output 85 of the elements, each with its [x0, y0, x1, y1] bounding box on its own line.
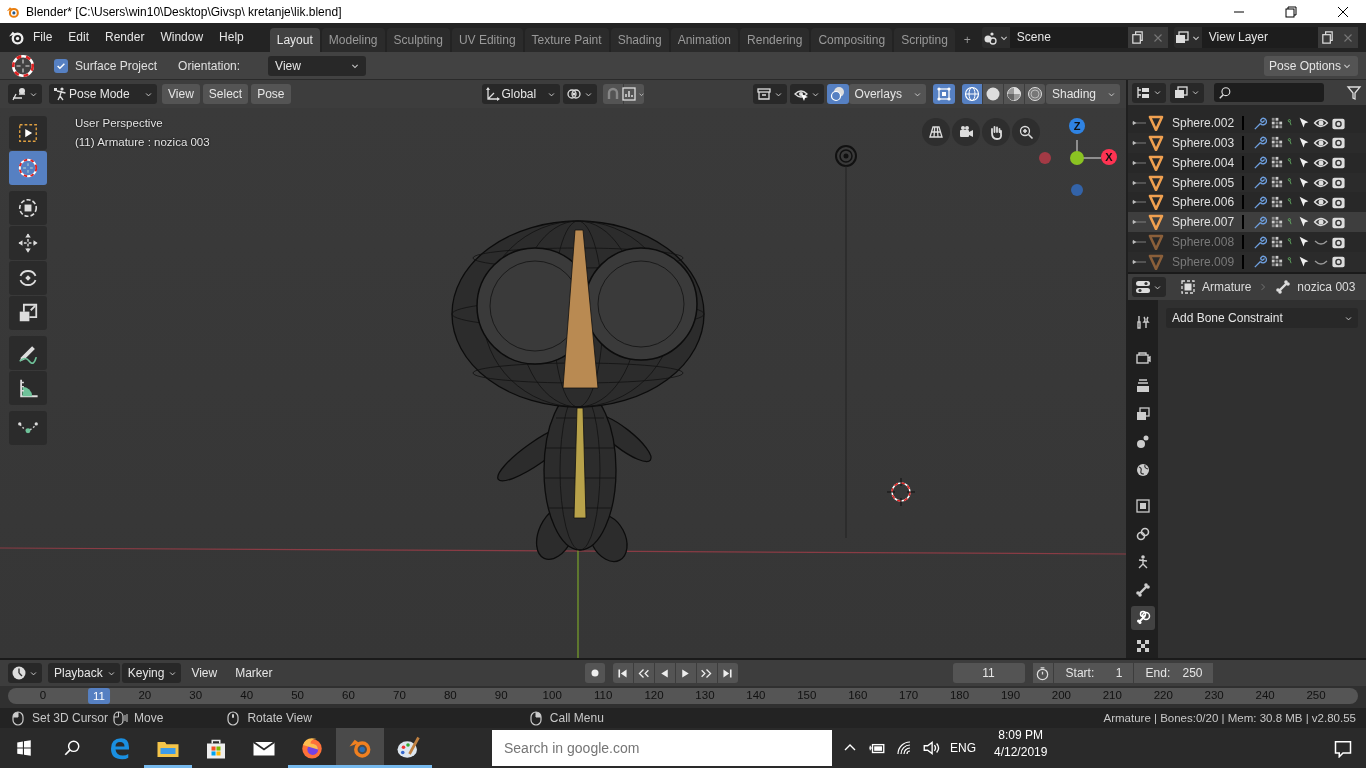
object-name: Sphere.007	[1172, 215, 1236, 230]
menu-item[interactable]: View	[162, 84, 200, 105]
menu-item[interactable]: Edit	[60, 23, 98, 52]
current-frame-field[interactable]: 11	[952, 663, 1025, 684]
status-stats: Armature | Bones:0/20 | Mem: 30.8 MB | v2.80.55	[1103, 712, 1356, 725]
frame-number: 120	[644, 689, 664, 702]
frame-number: 200	[1051, 689, 1071, 702]
clock-time[interactable]: 8:09 PM	[998, 728, 1044, 742]
frame-number: 30	[189, 689, 203, 702]
view-layer-field[interactable]: View Layer	[1201, 27, 1318, 48]
workspace-tab[interactable]: Layout	[269, 28, 320, 52]
object-name: Sphere.005	[1172, 175, 1236, 190]
menu-item[interactable]: Help	[211, 23, 252, 52]
viewport-info-text: User Perspective	[75, 117, 164, 130]
frame-number: 90	[494, 689, 508, 702]
orientation-dropdown[interactable]: Global	[481, 84, 560, 105]
playhead[interactable]: 11	[88, 688, 110, 705]
hint-text: Call Menu	[549, 711, 604, 726]
menu-dropdown[interactable]: Keying	[121, 663, 182, 684]
menu-dropdown[interactable]: Playback	[48, 663, 120, 684]
object-name: Sphere.008	[1172, 235, 1236, 249]
frame-number: 110	[593, 689, 613, 702]
breadcrumb-item[interactable]: Armature	[1202, 280, 1252, 295]
workspace-tab[interactable]: Scripting	[894, 28, 955, 52]
frame-number: 140	[746, 689, 766, 702]
frame-number: 70	[393, 689, 406, 702]
workspace-tab[interactable]: Modeling	[321, 28, 385, 52]
orientation-dropdown[interactable]: View	[268, 55, 367, 76]
workspace-tab[interactable]: Animation	[670, 28, 739, 52]
frame-number: 20	[138, 689, 152, 702]
hint-text: Rotate View	[247, 711, 312, 726]
frame-number: 190	[1000, 689, 1021, 702]
workspace-tab[interactable]: Compositing	[811, 28, 893, 52]
start-frame-field[interactable]: Start: 1	[1053, 663, 1133, 684]
object-name: Sphere.002	[1172, 116, 1236, 131]
viewport-info-text: (11) Armature : nozica 003	[75, 136, 210, 149]
frame-number: 130	[695, 689, 715, 702]
scene-field[interactable]: Scene	[1009, 27, 1128, 48]
end-frame-field[interactable]: End: 250	[1133, 663, 1213, 684]
pose-options-button[interactable]: Pose Options	[1263, 55, 1358, 76]
frame-number: 240	[1255, 689, 1275, 702]
menu-item[interactable]: Marker	[227, 666, 281, 681]
overlays-dropdown[interactable]: Overlays	[848, 84, 926, 105]
object-name: Sphere.003	[1172, 135, 1236, 150]
menu-item[interactable]: Select	[202, 84, 249, 105]
workspace-tab[interactable]: Rendering	[740, 28, 810, 52]
shading-dropdown[interactable]: Shading	[1045, 84, 1120, 105]
object-name: Sphere.004	[1172, 155, 1236, 170]
frame-number: 230	[1204, 689, 1224, 702]
checkbox-label: Surface Project	[75, 58, 158, 73]
workspace-tab[interactable]: Texture Paint	[524, 28, 609, 52]
menu-item[interactable]: Window	[152, 23, 212, 52]
mode-dropdown[interactable]: Pose Mode	[49, 84, 157, 105]
frame-number: 250	[1306, 689, 1326, 702]
frame-number: 50	[291, 689, 304, 702]
menu-item[interactable]: View	[183, 666, 226, 681]
frame-number: 180	[949, 689, 970, 702]
outliner-row[interactable]: Sphere.007	[1128, 212, 1366, 233]
workspace-tab[interactable]: Sculpting	[386, 28, 450, 52]
menu-item[interactable]: Pose	[251, 84, 291, 105]
breadcrumb-item[interactable]: nozica 003	[1297, 280, 1356, 295]
object-name: Sphere.009	[1172, 254, 1236, 269]
frame-number: 80	[443, 689, 457, 702]
menu-item[interactable]: File	[25, 23, 61, 52]
frame-number: 60	[342, 689, 355, 702]
frame-number: 170	[899, 689, 919, 702]
hint-text: Move	[134, 711, 164, 726]
menu-item[interactable]: Render	[97, 23, 153, 52]
hint-text: Set 3D Cursor	[32, 711, 109, 726]
frame-number: 150	[797, 689, 817, 702]
frame-number: 100	[542, 689, 562, 702]
frame-number: 160	[848, 689, 868, 702]
clock-date[interactable]: 4/12/2019	[994, 745, 1048, 759]
window-title: Blender* [C:\Users\win10\Desktop\Givsp\ kretanje\lik.blend]	[26, 4, 343, 19]
add-constraint-dropdown[interactable]: Add Bone Constraint	[1166, 308, 1358, 329]
search-field[interactable]: Search in google.com	[492, 730, 832, 766]
language-indicator[interactable]: ENG	[950, 741, 976, 755]
object-name: Sphere.006	[1172, 195, 1236, 210]
frame-number: 210	[1102, 689, 1122, 702]
add-workspace-button[interactable]: +	[956, 28, 978, 52]
orientation-label: Orientation:	[178, 58, 241, 73]
workspace-tab[interactable]: Shading	[610, 28, 669, 52]
frame-number: 220	[1153, 689, 1173, 702]
workspace-tab[interactable]: UV Editing	[451, 28, 523, 52]
frame-number: 40	[240, 689, 254, 702]
